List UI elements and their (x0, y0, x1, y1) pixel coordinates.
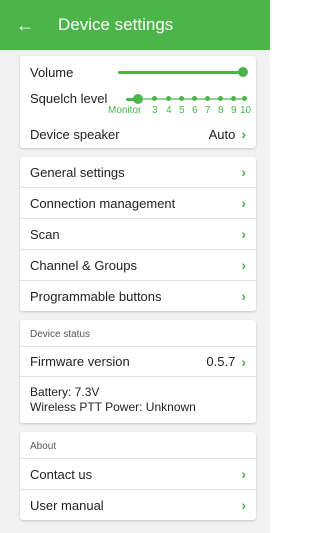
device-status-details: Battery: 7.3V Wireless PTT Power: Unknow… (20, 377, 256, 423)
menu-item-label: General settings (30, 164, 125, 180)
volume-thumb[interactable] (238, 67, 248, 77)
chevron-right-icon: › (241, 164, 246, 180)
battery-status: Battery: 7.3V (30, 385, 100, 399)
chevron-right-icon: › (241, 195, 246, 211)
firmware-version-label: Firmware version (30, 354, 130, 369)
squelch-tick-5: 5 (179, 105, 185, 116)
about-header: About (30, 441, 57, 452)
device-speaker-row[interactable]: Device speaker Auto › (20, 120, 256, 148)
chevron-right-icon: › (241, 497, 246, 513)
page-title: Device settings (58, 15, 174, 34)
squelch-tick-4: 4 (166, 105, 172, 116)
squelch-tick-9: 9 (231, 105, 237, 116)
squelch-step-6 (192, 96, 197, 101)
menu-item-label: Connection management (30, 195, 176, 211)
firmware-version-row[interactable]: Firmware version 0.5.7 › (20, 347, 256, 376)
chevron-right-icon: › (241, 288, 246, 304)
device-speaker-value: Auto (208, 126, 236, 142)
chevron-right-icon: › (241, 226, 246, 242)
squelch-label: Squelch level (30, 90, 108, 106)
squelch-tick-6: 6 (192, 105, 198, 116)
squelch-track (126, 98, 244, 100)
squelch-tick-monitor: Monitor (108, 105, 142, 116)
volume-track (118, 71, 246, 74)
squelch-thumb[interactable] (133, 94, 143, 104)
squelch-step-10 (242, 96, 247, 101)
about-card: About Contact us › User manual › (20, 432, 256, 520)
device-speaker-label: Device speaker (30, 126, 120, 142)
menu-item-general-settings[interactable]: General settings › (20, 157, 256, 187)
audio-controls-card: Volume Squelch level Monitor 3 4 5 6 7 8… (20, 56, 256, 148)
squelch-step-3 (152, 96, 157, 101)
squelch-step-4 (166, 96, 171, 101)
volume-slider[interactable] (118, 62, 248, 82)
chevron-right-icon: › (241, 466, 246, 482)
menu-item-connection-management[interactable]: Connection management › (20, 188, 256, 218)
device-status-header: Device status (30, 329, 91, 340)
firmware-version-value: 0.5.7 (206, 354, 236, 369)
menu-item-scan[interactable]: Scan › (20, 219, 256, 249)
squelch-slider[interactable]: Monitor 3 4 5 6 7 8 9 10 (108, 90, 254, 120)
menu-item-label: Channel & Groups (30, 257, 137, 273)
volume-label: Volume (30, 64, 74, 80)
squelch-step-5 (179, 96, 184, 101)
device-status-card: Device status Firmware version 0.5.7 › B… (20, 320, 256, 423)
app-bar: ← Device settings (0, 0, 270, 50)
squelch-step-7 (205, 96, 210, 101)
squelch-tick-8: 8 (218, 105, 224, 116)
wireless-ptt-status: Wireless PTT Power: Unknown (30, 400, 196, 414)
squelch-step-9 (231, 96, 236, 101)
chevron-right-icon: › (241, 257, 246, 273)
settings-menu-card: General settings › Connection management… (20, 157, 256, 311)
back-arrow-icon[interactable]: ← (16, 16, 38, 34)
menu-item-label: Programmable buttons (30, 288, 162, 304)
chevron-right-icon: › (241, 126, 246, 142)
user-manual-label: User manual (30, 497, 104, 513)
menu-item-channel-groups[interactable]: Channel & Groups › (20, 250, 256, 280)
squelch-tick-10: 10 (240, 105, 252, 116)
user-manual-row[interactable]: User manual › (20, 490, 256, 520)
squelch-step-8 (218, 96, 223, 101)
menu-item-label: Scan (30, 226, 60, 242)
chevron-right-icon: › (241, 353, 246, 370)
squelch-tick-3: 3 (152, 105, 158, 116)
squelch-tick-7: 7 (205, 105, 211, 116)
menu-item-programmable-buttons[interactable]: Programmable buttons › (20, 281, 256, 311)
contact-us-label: Contact us (30, 466, 93, 482)
settings-content: Volume Squelch level Monitor 3 4 5 6 7 8… (0, 50, 270, 533)
contact-us-row[interactable]: Contact us › (20, 459, 256, 489)
